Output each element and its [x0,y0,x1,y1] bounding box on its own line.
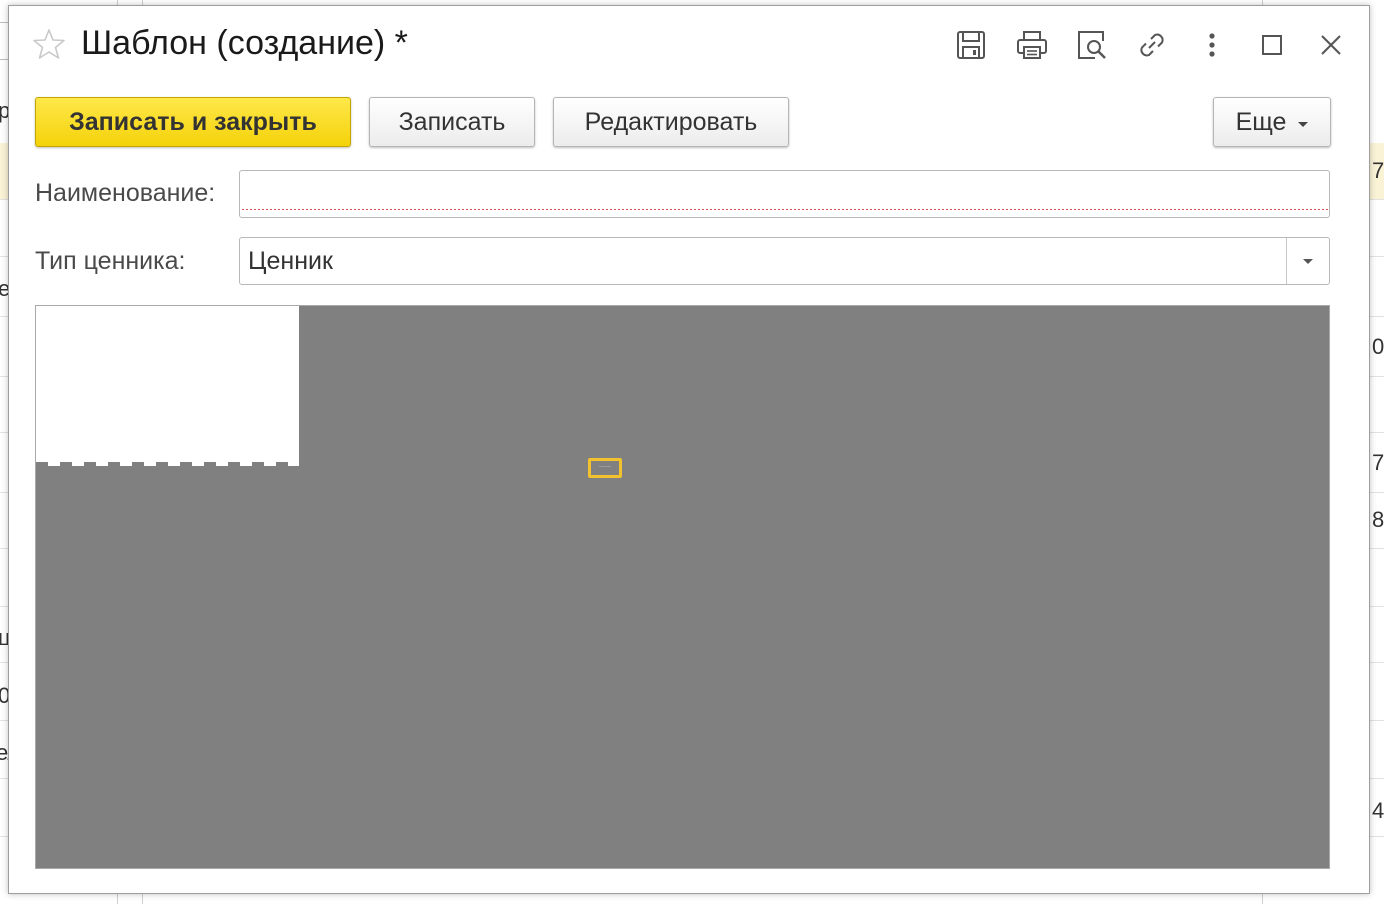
save-icon[interactable] [952,26,990,64]
price-type-label: Тип ценника: [35,247,186,275]
link-icon[interactable] [1133,26,1171,64]
template-editor[interactable] [35,305,1330,869]
bg-cell-text: 0 [1372,334,1384,359]
save-and-close-label: Записать и закрыть [69,107,317,136]
name-input[interactable] [239,170,1330,218]
save-and-close-button[interactable]: Записать и закрыть [35,97,351,147]
sheet-page-break [36,462,299,466]
bg-cell-text: 7 [1372,450,1384,475]
bg-cell-text: 7 [1372,158,1384,183]
save-button[interactable]: Записать [369,97,535,147]
name-label: Наименование: [35,179,216,207]
window-title: Шаблон (создание) * [81,24,408,62]
edit-label: Редактировать [584,107,758,136]
label-sheet[interactable] [36,306,299,466]
save-label: Записать [398,107,506,136]
print-icon[interactable] [1013,26,1051,64]
close-icon[interactable] [1312,26,1350,64]
more-button[interactable]: Еще [1213,97,1331,147]
dropdown-arrow-icon[interactable] [1287,238,1329,284]
more-vertical-icon[interactable] [1193,26,1231,64]
bg-cell-text: 8 [1372,507,1384,532]
star-icon[interactable] [31,26,67,62]
selected-cell[interactable] [588,458,622,478]
maximize-icon[interactable] [1253,26,1291,64]
template-dialog: Шаблон (создание) * Записать и закрыть З… [8,5,1370,894]
chevron-down-icon [1298,121,1309,127]
price-type-value: Ценник [248,247,333,275]
more-label: Еще [1235,107,1287,136]
price-type-select[interactable]: Ценник [239,237,1330,285]
edit-button[interactable]: Редактировать [553,97,789,147]
bg-cell-text: 4 [1372,798,1384,823]
title-bar: Шаблон (создание) * [9,6,1369,84]
preview-icon[interactable] [1073,26,1111,64]
